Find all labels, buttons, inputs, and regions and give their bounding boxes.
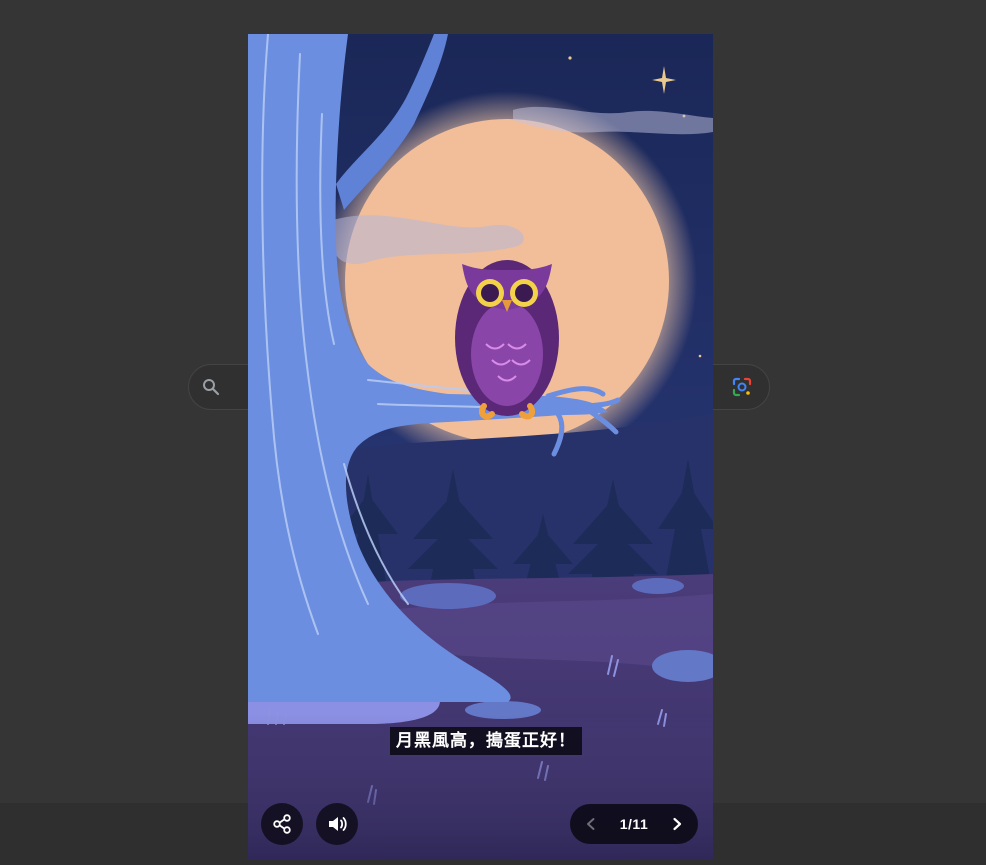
previous-page-button[interactable] xyxy=(580,813,602,835)
page-indicator: 1/11 xyxy=(619,816,649,832)
share-icon xyxy=(273,814,291,834)
rock xyxy=(400,583,496,609)
share-button[interactable] xyxy=(261,803,303,845)
rock xyxy=(632,578,684,594)
google-lens-icon[interactable] xyxy=(731,376,753,398)
story-caption: 月黑風高，搗蛋正好！ xyxy=(390,727,582,755)
search-icon[interactable] xyxy=(200,376,222,398)
story-card[interactable]: 月黑風高，搗蛋正好！ 1/11 xyxy=(248,34,713,860)
next-page-button[interactable] xyxy=(666,813,688,835)
page-navigator: 1/11 xyxy=(570,804,698,844)
owl xyxy=(455,260,559,420)
chevron-right-icon xyxy=(673,817,682,831)
speaker-icon xyxy=(329,817,347,831)
chevron-left-icon xyxy=(587,818,595,830)
sound-button[interactable] xyxy=(316,803,358,845)
